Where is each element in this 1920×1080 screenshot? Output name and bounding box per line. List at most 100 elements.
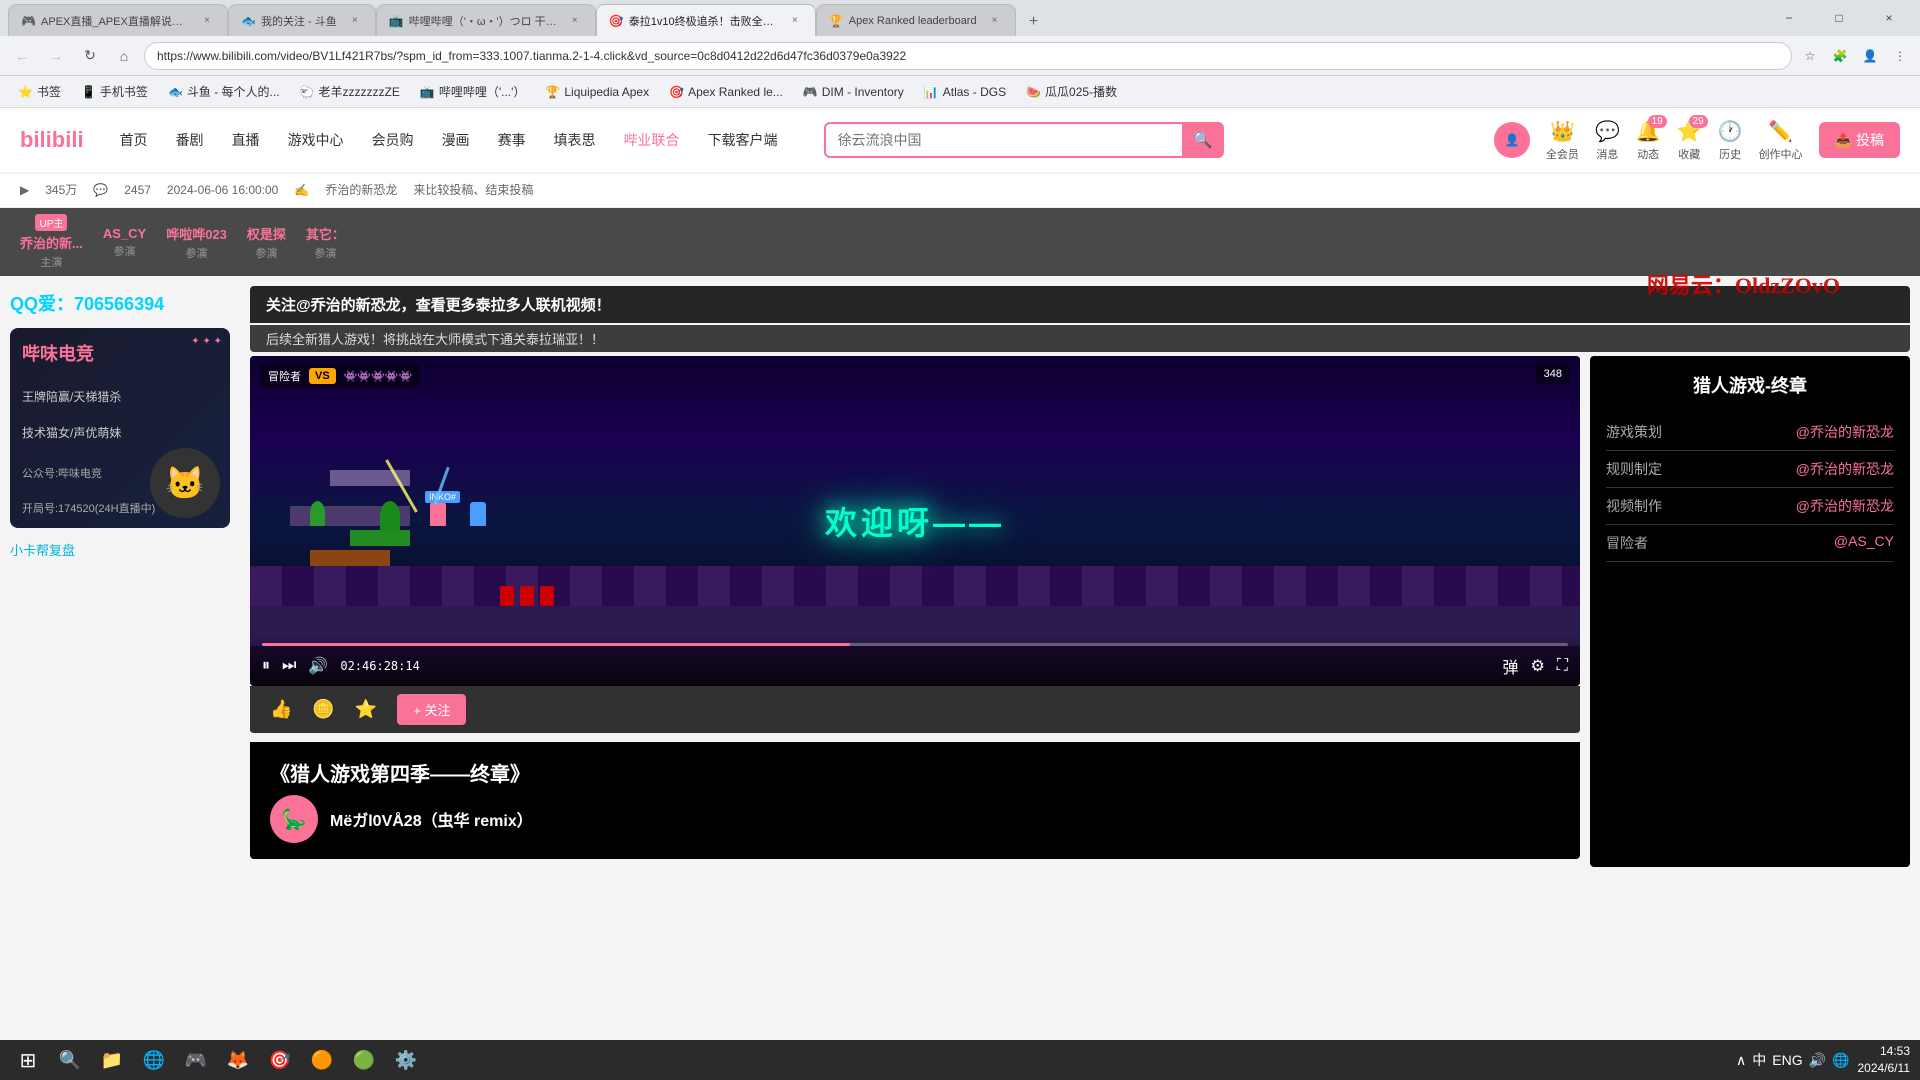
lang-icon[interactable]: 中 bbox=[1752, 1050, 1766, 1070]
bookmark-1[interactable]: 📱 手机书签 bbox=[73, 80, 156, 104]
profile-icon[interactable]: 👤 bbox=[1858, 44, 1882, 68]
nav-live[interactable]: 直播 bbox=[226, 126, 266, 154]
nav-manga[interactable]: 漫画 bbox=[436, 126, 476, 154]
taskbar-edge[interactable]: 🌐 bbox=[136, 1042, 172, 1078]
tab-close-4[interactable]: × bbox=[987, 13, 1003, 29]
header-icon-member[interactable]: 👑 全会员 bbox=[1546, 119, 1579, 162]
taskbar-icon-1[interactable]: 🎮 bbox=[178, 1042, 214, 1078]
chevron-icon[interactable]: ∧ bbox=[1736, 1052, 1746, 1069]
credit-label-2: 视频制作 bbox=[1606, 496, 1662, 516]
header-icon-history[interactable]: 🕐 历史 bbox=[1718, 119, 1743, 162]
creator-tag-2[interactable]: 哗啦哗023 参演 bbox=[166, 224, 227, 261]
danmaku-toggle[interactable]: 弹 bbox=[1502, 654, 1518, 678]
next-button[interactable]: ⏭ bbox=[282, 657, 296, 675]
tab-close-0[interactable]: × bbox=[199, 13, 215, 29]
extensions-icon[interactable]: 🧩 bbox=[1828, 44, 1852, 68]
creator-name-main[interactable]: Mëガl0VÅ28（虫华 remix） bbox=[330, 807, 533, 831]
creators-info-bar: UP主 乔治的新... 主演 AS_CY 参演 哗啦哗023 参演 权是探 参演… bbox=[0, 208, 1920, 276]
progress-bar[interactable] bbox=[262, 643, 1568, 646]
side-link-kafu[interactable]: 小卡帮复盘 bbox=[10, 536, 230, 563]
nav-home[interactable]: 首页 bbox=[114, 126, 154, 154]
nav-survey[interactable]: 填表思 bbox=[548, 126, 602, 154]
coin-button[interactable]: 🪙 bbox=[312, 699, 334, 720]
bookmark-7[interactable]: 🎮 DIM - Inventory bbox=[795, 80, 912, 104]
forward-button[interactable]: → bbox=[42, 42, 70, 70]
nav-bilye[interactable]: 哔业联合 bbox=[618, 126, 686, 154]
header-icon-favorite[interactable]: ⭐ 29 收藏 bbox=[1677, 119, 1702, 162]
tab-3[interactable]: 🎯 泰拉1v10终极追杀！击败全部8：4 × bbox=[596, 4, 816, 36]
volume-icon[interactable]: 🔊 bbox=[1809, 1052, 1826, 1069]
bookmark-star[interactable]: ☆ bbox=[1798, 44, 1822, 68]
taskbar-icon-5[interactable]: 🟢 bbox=[346, 1042, 382, 1078]
taskbar-icon-4[interactable]: 🟠 bbox=[304, 1042, 340, 1078]
credit-value-0[interactable]: @乔治的新恐龙 bbox=[1796, 422, 1894, 442]
taskbar-icon-2[interactable]: 🦊 bbox=[220, 1042, 256, 1078]
bookmark-4[interactable]: 📺 哔哩哔哩（'...'） bbox=[412, 80, 534, 104]
star-button[interactable]: ⭐ bbox=[355, 699, 377, 720]
follow-button[interactable]: + 关注 bbox=[397, 694, 466, 725]
nav-mall[interactable]: 会员购 bbox=[366, 126, 420, 154]
taskbar-search[interactable]: 🔍 bbox=[52, 1042, 88, 1078]
reload-button[interactable]: ↻ bbox=[76, 42, 104, 70]
settings-video[interactable]: ⚙ bbox=[1530, 656, 1544, 676]
nav-bangumi[interactable]: 番剧 bbox=[170, 126, 210, 154]
bookmark-5[interactable]: 🏆 Liquipedia Apex bbox=[537, 80, 657, 104]
close-button[interactable]: × bbox=[1866, 2, 1912, 34]
create-label: 创作中心 bbox=[1759, 146, 1803, 162]
creator-tag-0[interactable]: UP主 乔治的新... 主演 bbox=[20, 214, 83, 270]
bookmark-0[interactable]: ⭐ 书签 bbox=[10, 80, 69, 104]
credit-value-3[interactable]: @AS_CY bbox=[1834, 533, 1894, 553]
bili-logo[interactable]: bilibili bbox=[20, 127, 84, 153]
new-tab-button[interactable]: + bbox=[1020, 8, 1048, 36]
tab-4[interactable]: 🏆 Apex Ranked leaderboard × bbox=[816, 4, 1016, 36]
tab-close-1[interactable]: × bbox=[347, 13, 363, 29]
search-input[interactable] bbox=[824, 122, 1182, 158]
settings-icon[interactable]: ⋮ bbox=[1888, 44, 1912, 68]
taskbar-clock[interactable]: 14:53 2024/6/11 bbox=[1858, 1043, 1911, 1077]
creator-tag-3[interactable]: 权是探 参演 bbox=[247, 224, 286, 261]
nav-game-center[interactable]: 游戏中心 bbox=[282, 126, 350, 154]
like-button[interactable]: 👍 bbox=[270, 699, 292, 720]
bookmark-2[interactable]: 🐟 斗鱼 - 每个人的... bbox=[160, 80, 288, 104]
avatar[interactable]: 👤 bbox=[1494, 122, 1530, 158]
header-icon-create[interactable]: ✏️ 创作中心 bbox=[1759, 119, 1803, 162]
tab-2[interactable]: 📺 哔哩哔哩（'・ω・'）つロ 干杯--bilibili × bbox=[376, 4, 596, 36]
tab-close-2[interactable]: × bbox=[567, 13, 583, 29]
creator-avatar[interactable]: 🦕 bbox=[270, 795, 318, 843]
play-button[interactable]: ⏸ bbox=[262, 657, 270, 675]
nav-tournament[interactable]: 赛事 bbox=[492, 126, 532, 154]
credit-value-1[interactable]: @乔治的新恐龙 bbox=[1796, 459, 1894, 479]
nav-download[interactable]: 下载客户端 bbox=[702, 126, 784, 154]
network-icon[interactable]: 🌐 bbox=[1832, 1052, 1849, 1069]
header-icon-dynamic[interactable]: 🔔 19 动态 bbox=[1636, 119, 1661, 162]
tab-close-3[interactable]: × bbox=[787, 13, 803, 29]
video-player[interactable]: 牛壁 牛逼 断片！！！ 牛逼 这边是先击杀了月总 牛 ！！！ 真正的勇士从不止步… bbox=[250, 356, 1580, 686]
volume-button[interactable]: 🔊 bbox=[308, 656, 328, 676]
maximize-button[interactable]: □ bbox=[1816, 2, 1862, 34]
credit-value-2[interactable]: @乔治的新恐龙 bbox=[1796, 496, 1894, 516]
fullscreen-button[interactable]: ⛶ bbox=[1557, 657, 1568, 675]
address-input[interactable]: https://www.bilibili.com/video/BV1Lf421R… bbox=[144, 42, 1792, 70]
tab-label-3: 泰拉1v10终极追杀！击败全部8：4 bbox=[629, 13, 777, 29]
taskbar-file-explorer[interactable]: 📁 bbox=[94, 1042, 130, 1078]
ad-desc: 技术猫女/声优萌妹 bbox=[22, 424, 218, 441]
back-button[interactable]: ← bbox=[8, 42, 36, 70]
bookmark-9[interactable]: 🍉 瓜瓜025-播数 bbox=[1018, 80, 1125, 104]
creator-tag-1[interactable]: AS_CY 参演 bbox=[103, 226, 146, 259]
minimize-button[interactable]: − bbox=[1766, 2, 1812, 34]
home-button[interactable]: ⌂ bbox=[110, 42, 138, 70]
taskbar-icon-6[interactable]: ⚙️ bbox=[388, 1042, 424, 1078]
bookmark-3[interactable]: 🐑 老羊zzzzzzzZE bbox=[292, 80, 408, 104]
upload-button[interactable]: 📤 投稿 bbox=[1819, 122, 1900, 158]
taskbar-icon-3[interactable]: 🎯 bbox=[262, 1042, 298, 1078]
start-button[interactable]: ⊞ bbox=[10, 1042, 46, 1078]
creator-tag-4[interactable]: 其它： 参演 bbox=[306, 224, 345, 261]
header-icon-message[interactable]: 💬 消息 bbox=[1595, 119, 1620, 162]
bookmark-8[interactable]: 📊 Atlas - DGS bbox=[916, 80, 1014, 104]
lang-eng[interactable]: ENG bbox=[1772, 1052, 1802, 1068]
tab-0[interactable]: 🎮 APEX直播_APEX直播解说视频_斗鱼 × bbox=[8, 4, 228, 36]
search-button[interactable]: 🔍 bbox=[1182, 122, 1224, 158]
favorite-badge: 29 bbox=[1689, 115, 1708, 128]
bookmark-6[interactable]: 🎯 Apex Ranked le... bbox=[661, 80, 791, 104]
tab-1[interactable]: 🐟 我的关注 - 斗鱼 × bbox=[228, 4, 376, 36]
